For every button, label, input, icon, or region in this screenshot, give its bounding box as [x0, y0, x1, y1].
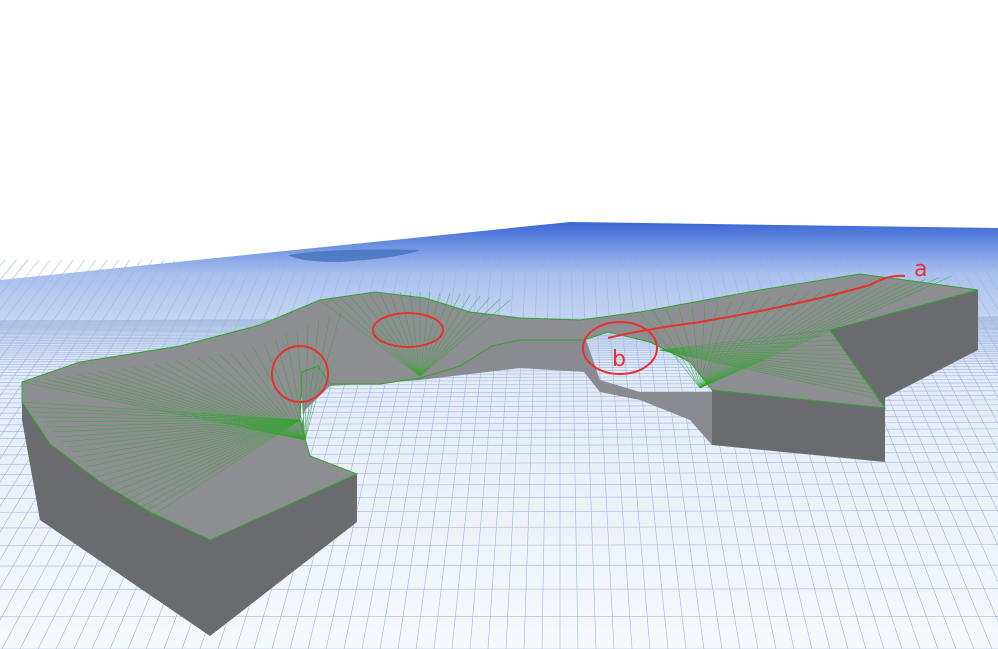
3d-viewport[interactable]: a b: [0, 0, 998, 649]
annotation-label-a: a: [914, 257, 927, 282]
annotation-label-b: b: [612, 347, 626, 372]
scene: a b: [0, 222, 998, 649]
